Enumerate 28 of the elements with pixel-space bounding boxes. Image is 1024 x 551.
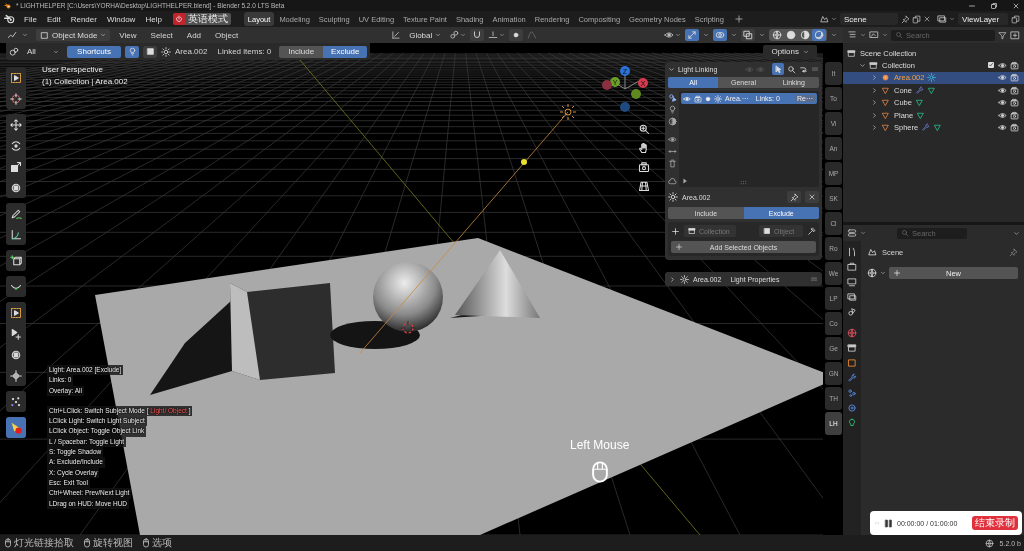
- view-name: User Perspective: [42, 65, 103, 74]
- filter-dropdown[interactable]: All: [23, 45, 63, 58]
- scene-field[interactable]: Scene: [840, 13, 898, 25]
- menu-item[interactable]: Render: [65, 14, 102, 24]
- menu-item[interactable]: View: [114, 30, 142, 40]
- link-mode-button[interactable]: Exclude: [323, 45, 368, 58]
- status-hint: 选项: [152, 536, 172, 550]
- mouse-hint: Left Mouse: [570, 438, 630, 452]
- language-mode-button[interactable]: 英语模式: [184, 13, 231, 25]
- menu-item[interactable]: Edit: [41, 14, 66, 24]
- menu-item[interactable]: Select: [145, 30, 178, 40]
- mode-dropdown[interactable]: Object Mode: [36, 29, 111, 41]
- menu-item[interactable]: File: [19, 14, 42, 24]
- link-mode-button[interactable]: Include: [279, 45, 324, 58]
- linked-items-count: Linked items: 0: [217, 47, 272, 56]
- status-hint: 旋转视图: [93, 536, 133, 550]
- status-hint: 灯光链接拾取: [14, 536, 74, 550]
- menu-item[interactable]: Object: [210, 30, 244, 40]
- menu-item[interactable]: Help: [140, 14, 167, 24]
- menu-item[interactable]: Window: [101, 14, 141, 24]
- collection-label: (1) Collection | Area.002: [42, 77, 128, 86]
- stop-recording-button[interactable]: 结束录制: [972, 516, 1018, 530]
- light-name: Area.002: [175, 47, 208, 56]
- menu-item[interactable]: Add: [181, 30, 207, 40]
- options-dropdown[interactable]: Options: [763, 44, 817, 59]
- orientation-dropdown[interactable]: Global: [405, 29, 446, 41]
- view-layer-field[interactable]: ViewLayer: [958, 13, 1008, 25]
- shortcuts-button[interactable]: Shortcuts: [67, 45, 121, 58]
